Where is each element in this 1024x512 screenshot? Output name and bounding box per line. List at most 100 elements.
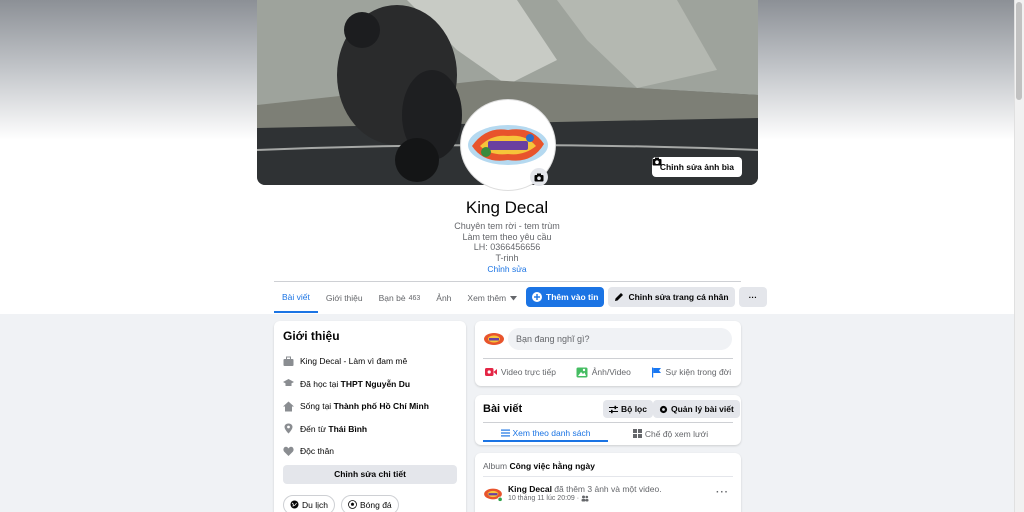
post-timestamp: 10 tháng 11 lúc 20:09 · [508, 495, 589, 502]
bio-line: Chuyên tem rời - tem trùm [454, 221, 560, 231]
update-avatar-button[interactable] [530, 168, 548, 186]
bio-line: Làm tem theo yêu cầu [462, 232, 552, 242]
flag-icon [651, 367, 661, 377]
grid-icon [632, 429, 642, 438]
scrollbar-thumb[interactable] [1016, 2, 1022, 100]
posts-header-card: Bài viết Bộ lọc Quản lý bài viết Xem the… [475, 395, 741, 445]
grid-view-label: Chế độ xem lưới [644, 428, 709, 439]
post-author-avatar[interactable] [483, 486, 503, 502]
manage-posts-label: Quản lý bài viết [671, 404, 734, 414]
tab-grid-view[interactable]: Chế độ xem lưới [608, 425, 733, 442]
hobby-label: Bóng đá [359, 499, 392, 510]
post-divider [483, 476, 733, 477]
edit-bio-link[interactable]: Chỉnh sửa [0, 264, 1014, 274]
post-time-label[interactable]: 10 tháng 11 lúc 20:09 · [508, 495, 579, 502]
graduation-cap-icon [283, 379, 294, 387]
album-name-link[interactable]: Công việc hằng ngày [509, 461, 595, 471]
filter-button[interactable]: Bộ lọc [603, 400, 653, 418]
more-options-button[interactable]: ··· [738, 287, 768, 307]
intro-item-text: Sống tại Thành phố Hồ Chí Minh [300, 401, 429, 411]
hobby-chip-football[interactable]: Bóng đá [340, 494, 399, 512]
intro-item-text: Đã học tại THPT Nguyễn Du [300, 379, 410, 389]
filter-label: Bộ lọc [621, 404, 647, 414]
hobbies-list: Du lịch Bóng đá [283, 494, 457, 512]
manage-posts-button[interactable]: Quản lý bài viết [653, 400, 740, 418]
intro-item-relationship: Độc thân [283, 440, 457, 463]
bio-line: LH: 0366456656 [473, 242, 541, 252]
edit-profile-label: Chỉnh sửa trang cá nhân [628, 292, 729, 302]
tab-label: Giới thiệu [325, 293, 363, 303]
plus-circle-icon [532, 292, 542, 302]
life-event-label: Sự kiện trong đời [665, 367, 732, 377]
tab-label: Bạn bè [378, 293, 406, 303]
tab-photos[interactable]: Ảnh [428, 283, 459, 313]
composer-divider [483, 358, 733, 359]
intro-item-work: King Decal - Làm vì đam mê [283, 350, 457, 373]
tab-label: Ảnh [436, 293, 452, 303]
tab-about[interactable]: Giới thiệu [318, 283, 371, 313]
post-card: Album Công việc hằng ngày King Decal đã … [475, 453, 741, 512]
intro-item-text: King Decal - Làm vì đam mê [300, 356, 408, 367]
album-prefix: Album [483, 461, 510, 471]
add-to-story-button[interactable]: Thêm vào tin [526, 287, 605, 307]
pencil-icon [615, 293, 624, 301]
king-decal-logo [468, 125, 548, 165]
tab-friends[interactable]: Bạn bè 463 [371, 283, 429, 313]
intro-item-link[interactable]: Thành phố Hồ Chí Minh [334, 401, 429, 411]
bio-line: T-rinh [495, 253, 519, 263]
intro-item-prefix: Sống tại [300, 401, 334, 412]
posts-title: Bài viết [483, 403, 523, 415]
friends-count: 463 [408, 294, 421, 302]
intro-item-prefix: Đã học tại [300, 378, 341, 389]
page-scrollbar[interactable] [1014, 0, 1024, 512]
tab-label: Bài viết [282, 292, 310, 302]
live-video-icon [484, 368, 497, 376]
filter-sliders-icon [609, 405, 618, 413]
whats-on-your-mind-input[interactable]: Bạn đang nghĩ gì? [508, 328, 732, 350]
post-author-link[interactable]: King Decal [508, 484, 552, 494]
edit-cover-photo-button[interactable]: Chỉnh sửa ảnh bìa [651, 157, 742, 177]
add-to-story-label: Thêm vào tin [546, 292, 599, 302]
intro-item-link[interactable]: Thái Bình [328, 424, 367, 434]
live-video-label: Video trực tiếp [500, 367, 557, 377]
tab-more[interactable]: Xem thêm [459, 283, 525, 313]
photo-video-button[interactable]: Ảnh/Video [576, 367, 631, 378]
briefcase-icon [283, 356, 294, 366]
soccer-ball-icon [348, 500, 357, 509]
list-icon [500, 429, 510, 436]
intro-item-prefix: Đến từ [300, 423, 329, 434]
tabs-divider [274, 281, 741, 282]
album-line: Album Công việc hằng ngày [483, 461, 595, 471]
photo-video-label: Ảnh/Video [591, 367, 631, 377]
live-video-button[interactable]: Video trực tiếp [484, 367, 557, 377]
edit-details-button[interactable]: Chỉnh sửa chi tiết [283, 464, 457, 484]
camera-icon [534, 173, 544, 181]
post-action-text: đã thêm 3 ảnh và một video. [551, 484, 662, 494]
tab-list-view[interactable]: Xem theo danh sách [483, 425, 608, 442]
post-options-button[interactable]: ··· [716, 487, 729, 498]
photo-icon [576, 367, 588, 377]
gear-icon [659, 405, 668, 413]
heart-icon [283, 446, 294, 456]
post-composer: Bạn đang nghĩ gì? Video trực tiếp Ảnh/Vi… [475, 321, 741, 386]
hobby-label: Du lịch [302, 499, 328, 510]
edit-profile-button[interactable]: Chỉnh sửa trang cá nhân [608, 287, 735, 307]
camera-icon [652, 157, 662, 166]
hobby-chip-travel[interactable]: Du lịch [283, 494, 335, 512]
intro-item-residence: Sống tại Thành phố Hồ Chí Minh [283, 395, 457, 418]
edit-cover-photo-label: Chỉnh sửa ảnh bìa [659, 162, 734, 172]
intro-item-hometown: Đến từ Thái Bình [283, 418, 457, 441]
tab-posts[interactable]: Bài viết [274, 283, 318, 313]
intro-item-link[interactable]: THPT Nguyễn Du [341, 379, 410, 389]
life-event-button[interactable]: Sự kiện trong đời [651, 367, 732, 378]
profile-name: King Decal [465, 198, 549, 217]
posts-divider [483, 422, 733, 423]
intro-item-text: Đến từ Thái Bình [300, 424, 367, 434]
location-pin-icon [284, 423, 293, 434]
more-options-label: ··· [748, 292, 758, 302]
intro-item-education: Đã học tại THPT Nguyễn Du [283, 373, 457, 396]
intro-card: Giới thiệu King Decal - Làm vì đam mê Đã… [274, 321, 466, 512]
list-view-label: Xem theo danh sách [512, 427, 591, 438]
caret-down-icon [510, 295, 518, 300]
globe-icon [290, 500, 299, 509]
